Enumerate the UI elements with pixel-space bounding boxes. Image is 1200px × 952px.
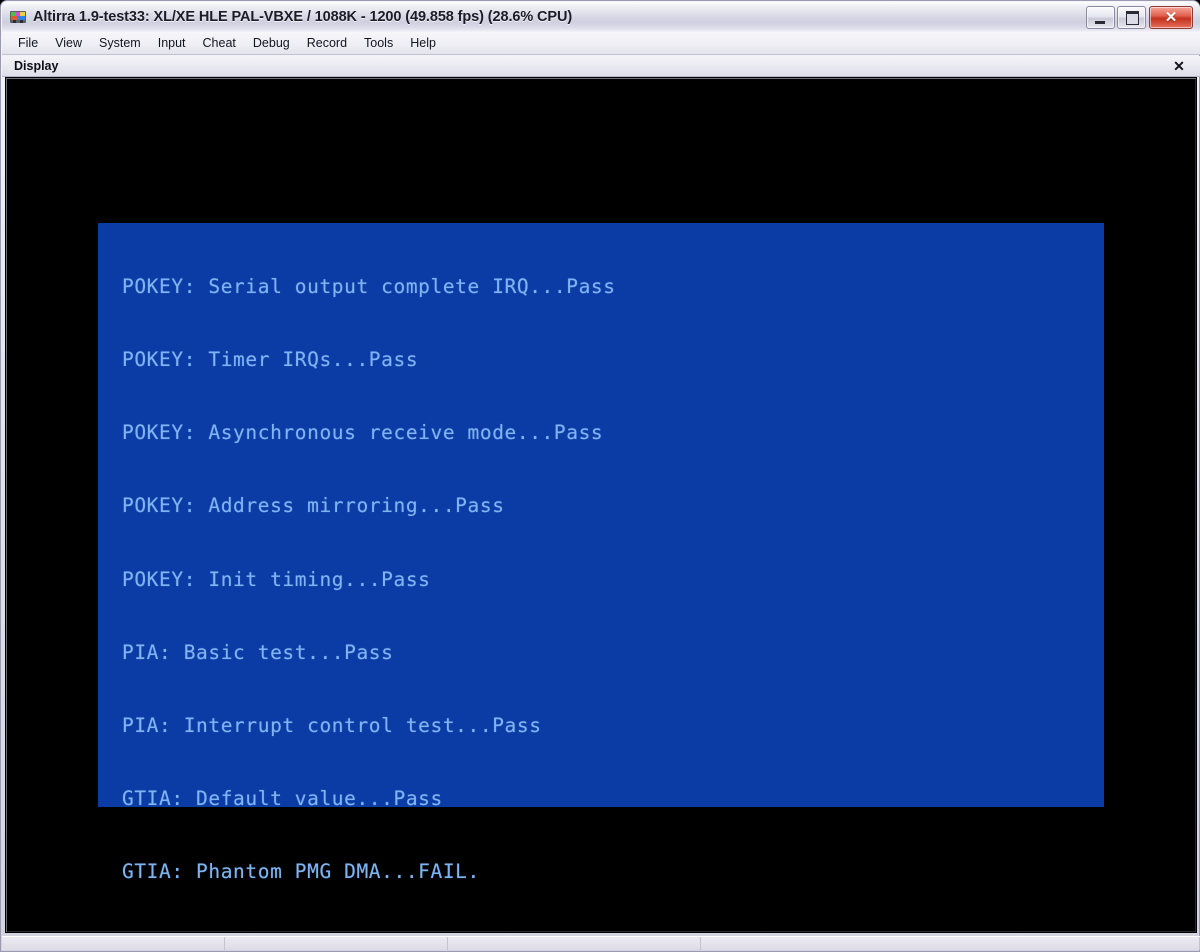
minimize-button[interactable] [1086, 5, 1115, 29]
console-line: POKEY: Init timing...Pass [122, 567, 431, 591]
menu-item-record[interactable]: Record [299, 34, 355, 52]
atari-screen: POKEY: Serial output complete IRQ...Pass… [98, 223, 1104, 883]
menu-item-help[interactable]: Help [402, 34, 444, 52]
menu-item-cheat[interactable]: Cheat [195, 34, 244, 52]
status-cell-3 [448, 937, 701, 950]
console-line: POKEY: Timer IRQs...Pass [122, 348, 419, 372]
console-line: POKEY: Serial output complete IRQ...Pass [122, 274, 616, 298]
minimize-icon [1095, 20, 1105, 24]
console-line: POKEY: Asynchronous receive mode...Pass [122, 421, 604, 445]
menu-item-file[interactable]: File [10, 34, 46, 52]
menu-item-input[interactable]: Input [150, 34, 194, 52]
maximize-icon [1126, 10, 1139, 25]
console-output: POKEY: Serial output complete IRQ...Pass… [122, 226, 727, 932]
console-line: GTIA: Phantom PMG DMA...FAIL. [122, 860, 480, 884]
menu-item-system[interactable]: System [91, 34, 149, 52]
status-bar [2, 936, 1200, 950]
console-line: PIA: Basic test...Pass [122, 640, 394, 664]
altirra-icon [9, 8, 27, 26]
menu-item-debug[interactable]: Debug [245, 34, 298, 52]
pane-title: Display [14, 59, 59, 73]
title-bar[interactable]: Altirra 1.9-test33: XL/XE HLE PAL-VBXE /… [2, 2, 1200, 32]
pane-close-icon[interactable]: ✕ [1170, 59, 1194, 73]
menu-item-tools[interactable]: Tools [356, 34, 401, 52]
window-title: Altirra 1.9-test33: XL/XE HLE PAL-VBXE /… [33, 9, 573, 25]
status-cell-1 [2, 937, 225, 950]
application-window: Altirra 1.9-test33: XL/XE HLE PAL-VBXE /… [0, 0, 1200, 952]
close-icon: ✕ [1164, 8, 1178, 26]
console-line: PIA: Interrupt control test...Pass [122, 714, 542, 738]
status-cell-4 [701, 937, 1200, 950]
maximize-button[interactable] [1117, 5, 1146, 29]
close-button[interactable]: ✕ [1149, 5, 1193, 29]
status-cell-2 [225, 937, 448, 950]
emulator-video-area[interactable]: POKEY: Serial output complete IRQ...Pass… [5, 77, 1197, 933]
menu-item-view[interactable]: View [47, 34, 90, 52]
menu-bar: File View System Input Cheat Debug Recor… [2, 32, 1200, 55]
console-line: GTIA: Default value...Pass [122, 787, 443, 811]
display-pane-header: Display ✕ [2, 56, 1200, 77]
console-line: POKEY: Address mirroring...Pass [122, 494, 505, 518]
